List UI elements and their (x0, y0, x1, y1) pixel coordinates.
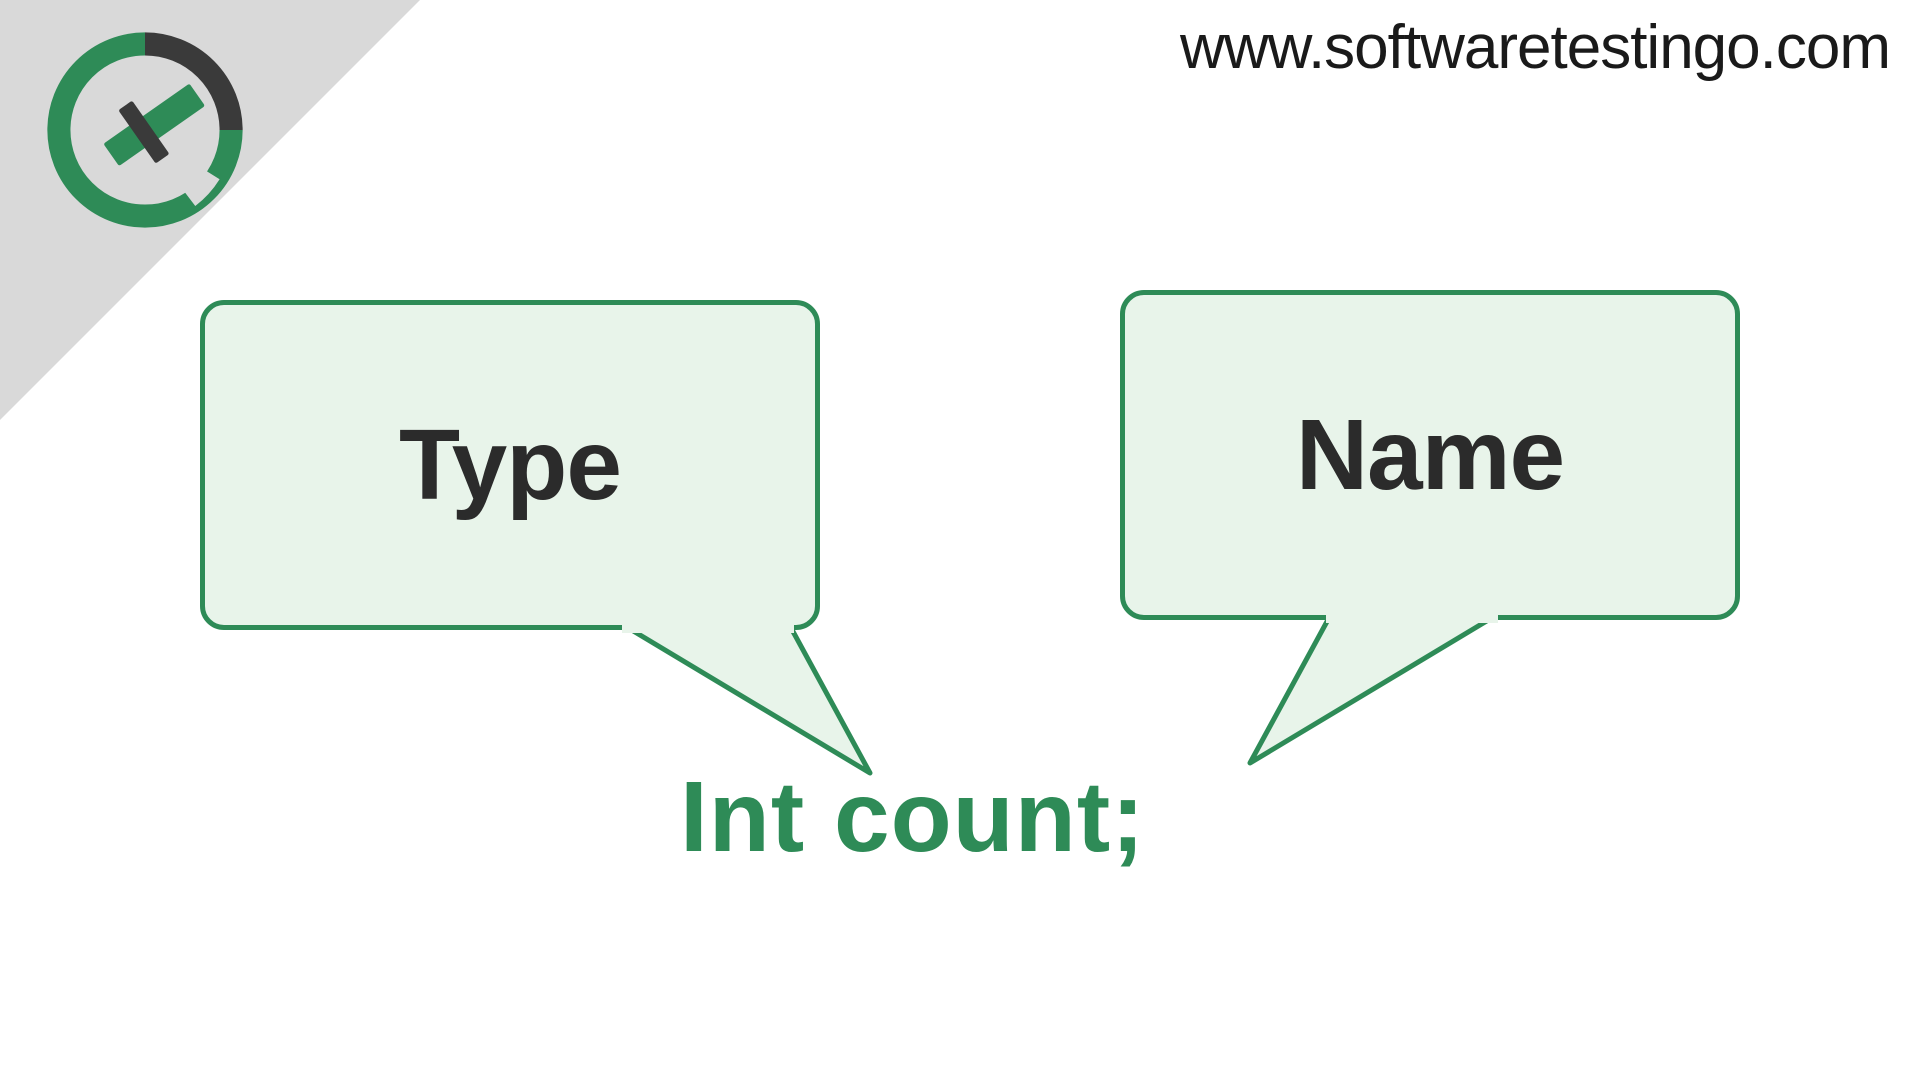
bubble-type-label: Type (399, 408, 621, 523)
bubble-tail-name-icon (1220, 613, 1500, 773)
code-declaration: Int count; (680, 760, 1145, 875)
logo-icon (40, 25, 250, 235)
bubble-name-label: Name (1296, 398, 1564, 513)
speech-bubble-type: Type (200, 300, 820, 630)
speech-bubble-name: Name (1120, 290, 1740, 620)
diagram-area: Type Name Int count; (200, 300, 1760, 900)
bubble-tail-type-icon (620, 623, 900, 783)
website-url: www.softwaretestingo.com (1180, 12, 1890, 83)
